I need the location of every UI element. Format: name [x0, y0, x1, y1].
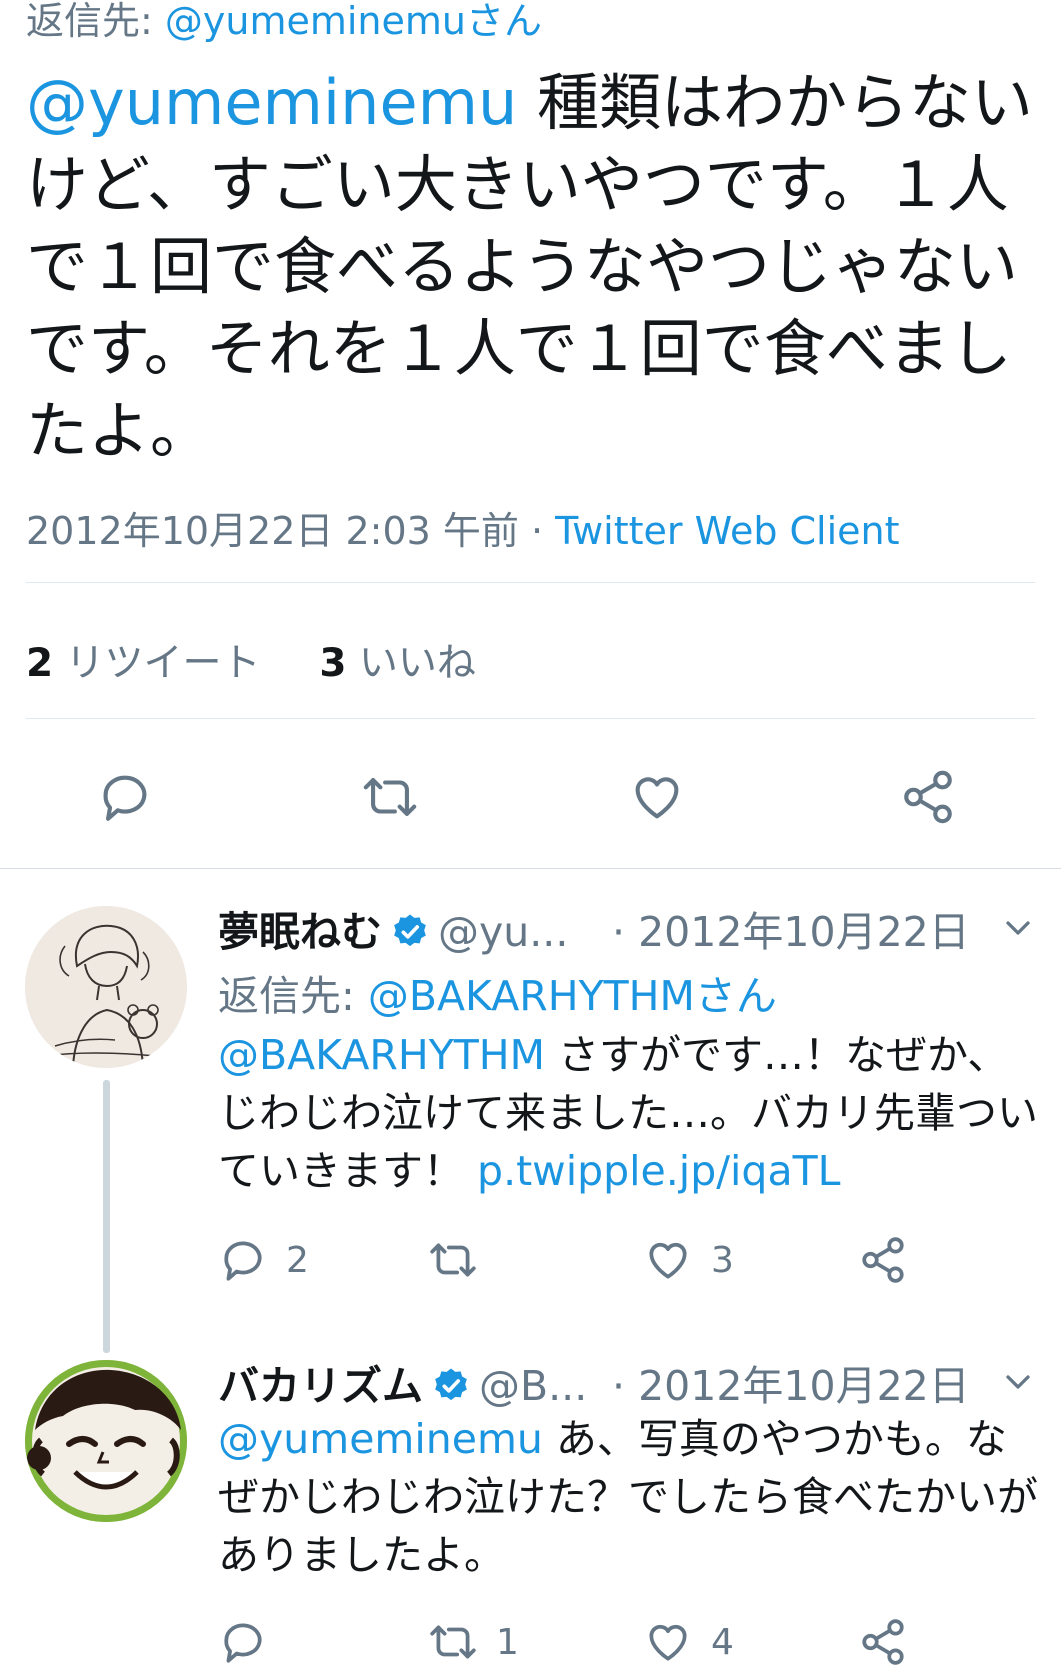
divider [26, 582, 1035, 583]
reply-to-handle-link[interactable]: @BAKARHYTHMさん [368, 972, 777, 1020]
mention-link[interactable]: @BAKARHYTHM [218, 1031, 545, 1079]
retweet-icon [363, 778, 417, 816]
reply-button[interactable] [90, 762, 160, 832]
section-separator [0, 868, 1061, 869]
reply-header: 夢眠ねむ @yu... [218, 898, 568, 958]
avatar[interactable] [25, 906, 187, 1068]
retweet-button[interactable]: 1 [428, 1612, 519, 1672]
thread-line [103, 1080, 110, 1353]
tweet-action-bar [0, 762, 1061, 832]
share-icon [862, 1619, 904, 1665]
mention-link[interactable]: @yumeminemu [218, 1415, 543, 1463]
retweet-count: 1 [496, 1621, 519, 1663]
chevron-down-icon[interactable] [998, 908, 1038, 948]
tweet-meta: 2012年10月22日 2:03 午前 · Twitter Web Client [26, 500, 900, 555]
heart-icon [649, 1624, 687, 1661]
reply-icon [224, 1623, 262, 1663]
avatar[interactable] [25, 1360, 187, 1522]
reply-icon [103, 775, 147, 821]
tweet-text: @yumeminemu 種類はわからないけど、すごい大きいやつです。１人で１回で… [26, 62, 1036, 472]
share-button[interactable] [858, 1612, 926, 1672]
reply-button[interactable]: 2 [218, 1230, 309, 1290]
tweet-timestamp[interactable]: 2012年10月22日 2:03 午前 [26, 509, 519, 553]
reply-text: @BAKARHYTHM さすがです…！なぜか、じわじわ泣けて来ました…。バカリ先… [218, 1026, 1038, 1200]
like-count: 3 [319, 641, 347, 686]
user-handle[interactable]: @yu... [438, 908, 568, 956]
reply-to-prefix: 返信先: [26, 0, 165, 43]
retweet-icon [430, 1243, 476, 1277]
like-button[interactable]: 3 [643, 1230, 734, 1290]
like-count: 4 [711, 1621, 734, 1663]
verified-badge-icon [394, 914, 426, 947]
retweets-stat[interactable]: 2 リツイート [26, 641, 261, 686]
verified-badge-icon [435, 1368, 467, 1401]
user-handle[interactable]: @B... [479, 1362, 587, 1410]
retweet-button[interactable] [428, 1230, 496, 1290]
reply-date[interactable]: · 2012年10月22日 [612, 1352, 970, 1412]
heart-icon [649, 1242, 687, 1279]
meta-separator: · [518, 509, 556, 553]
reply-action-bar: 2 3 [218, 1230, 1038, 1290]
reply-to-handle-link[interactable]: @yumeminemuさん [165, 0, 542, 43]
reply-to-line: 返信先: @BAKARHYTHMさん [218, 962, 777, 1022]
mention-link[interactable]: @yumeminemu [26, 66, 517, 139]
like-button[interactable] [622, 762, 692, 832]
heart-icon [635, 777, 679, 819]
display-name[interactable]: バカリズム [218, 1362, 423, 1410]
share-button[interactable] [893, 762, 963, 832]
chevron-down-icon[interactable] [998, 1362, 1038, 1402]
reply-header: バカリズム @B... [218, 1352, 587, 1412]
reply-action-bar: 1 4 [218, 1612, 1038, 1672]
client-link[interactable]: Twitter Web Client [555, 509, 899, 553]
reply-date[interactable]: · 2012年10月22日 [612, 898, 970, 958]
reply-count: 2 [286, 1239, 309, 1281]
like-count: 3 [711, 1239, 734, 1281]
reply-icon [224, 1241, 262, 1281]
reply-text: @yumeminemu あ、写真のやつかも。なぜかじわじわ泣けた？でしたら食べた… [218, 1410, 1038, 1584]
reply-button[interactable] [218, 1612, 286, 1672]
share-button[interactable] [858, 1230, 926, 1290]
retweet-label: リツイート [53, 641, 261, 686]
like-label: いいね [346, 641, 476, 686]
url-link[interactable]: p.twipple.jp/iqaTL [477, 1147, 840, 1195]
reply-to-line: 返信先: @yumeminemuさん [26, 0, 542, 45]
likes-stat[interactable]: 3 いいね [319, 641, 476, 686]
display-name[interactable]: 夢眠ねむ [218, 908, 382, 956]
like-button[interactable]: 4 [643, 1612, 734, 1672]
sketch-portrait-avatar [25, 906, 187, 1068]
retweet-icon [430, 1625, 476, 1659]
share-icon [904, 770, 952, 824]
retweet-count: 2 [26, 641, 54, 686]
divider [26, 718, 1035, 719]
tweet-stats: 2 リツイート 3 いいね [26, 632, 476, 688]
illustrated-face-avatar [25, 1360, 187, 1522]
reply-to-prefix: 返信先: [218, 972, 368, 1020]
share-icon [862, 1237, 904, 1283]
retweet-button[interactable] [355, 762, 425, 832]
